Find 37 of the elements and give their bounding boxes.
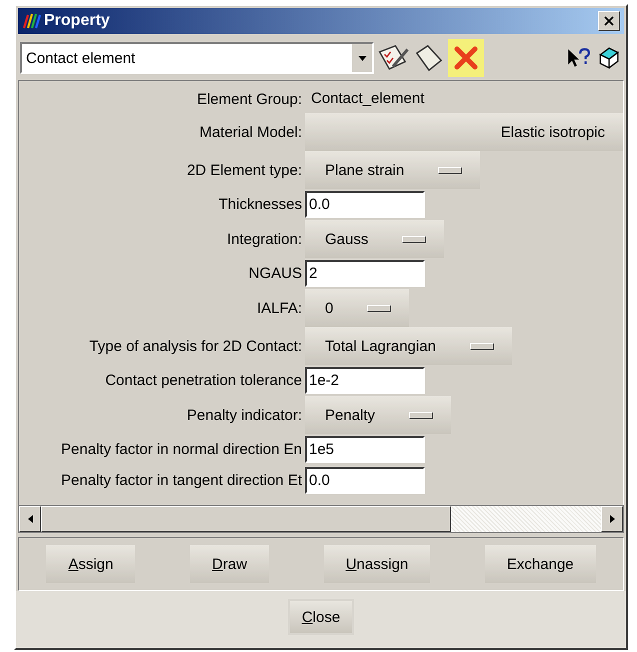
- action-button[interactable]: Draw: [190, 545, 270, 583]
- field-label: Penalty factor in tangent direction Et: [60, 472, 303, 489]
- field-label: Type of analysis for 2D Contact:: [88, 338, 303, 354]
- field-label: Thicknesses: [218, 196, 303, 213]
- input-field[interactable]: 1e5: [305, 436, 425, 463]
- close-button[interactable]: Close: [288, 599, 354, 635]
- scroll-right-icon[interactable]: [601, 506, 623, 532]
- material-model-button[interactable]: Elastic isotropic: [305, 113, 623, 151]
- option-menu-button[interactable]: Penalty: [305, 396, 452, 434]
- action-button[interactable]: Unassign: [324, 545, 430, 583]
- option-menu-button[interactable]: Total Lagrangian: [305, 327, 512, 365]
- window-title: Property: [44, 12, 111, 30]
- scroll-left-icon[interactable]: [19, 506, 41, 532]
- field-label: Contact penetration tolerance: [104, 372, 303, 389]
- logo-icon: [22, 12, 42, 30]
- option-menu-button[interactable]: Plane strain: [305, 151, 480, 189]
- field-label: Integration:: [226, 230, 303, 248]
- field-label: Penalty factor in normal direction En: [60, 441, 303, 458]
- input-field[interactable]: 0.0: [305, 191, 425, 218]
- field-label: 2D Element type:: [186, 162, 303, 178]
- input-field[interactable]: 2: [305, 260, 425, 287]
- field-label: IALFA:: [256, 300, 303, 316]
- action-button[interactable]: Exchange: [484, 545, 596, 583]
- scrollbar-thumb[interactable]: [41, 506, 451, 532]
- horizontal-scrollbar[interactable]: [18, 505, 624, 533]
- input-field[interactable]: 1e-2: [305, 367, 425, 394]
- option-menu-button[interactable]: Gauss: [305, 220, 444, 258]
- field-value: Contact_element: [310, 89, 424, 109]
- close-icon[interactable]: [598, 11, 620, 31]
- field-label: Element Group:: [196, 90, 303, 108]
- input-field[interactable]: 0.0: [305, 467, 425, 494]
- field-label: NGAUS: [248, 265, 303, 282]
- option-menu-button[interactable]: 0: [305, 289, 410, 327]
- element-combo-box[interactable]: Contact element: [20, 42, 374, 74]
- field-label: Penalty indicator:: [186, 406, 303, 424]
- action-button[interactable]: Assign: [46, 545, 136, 583]
- field-label: Material Model:: [198, 124, 303, 140]
